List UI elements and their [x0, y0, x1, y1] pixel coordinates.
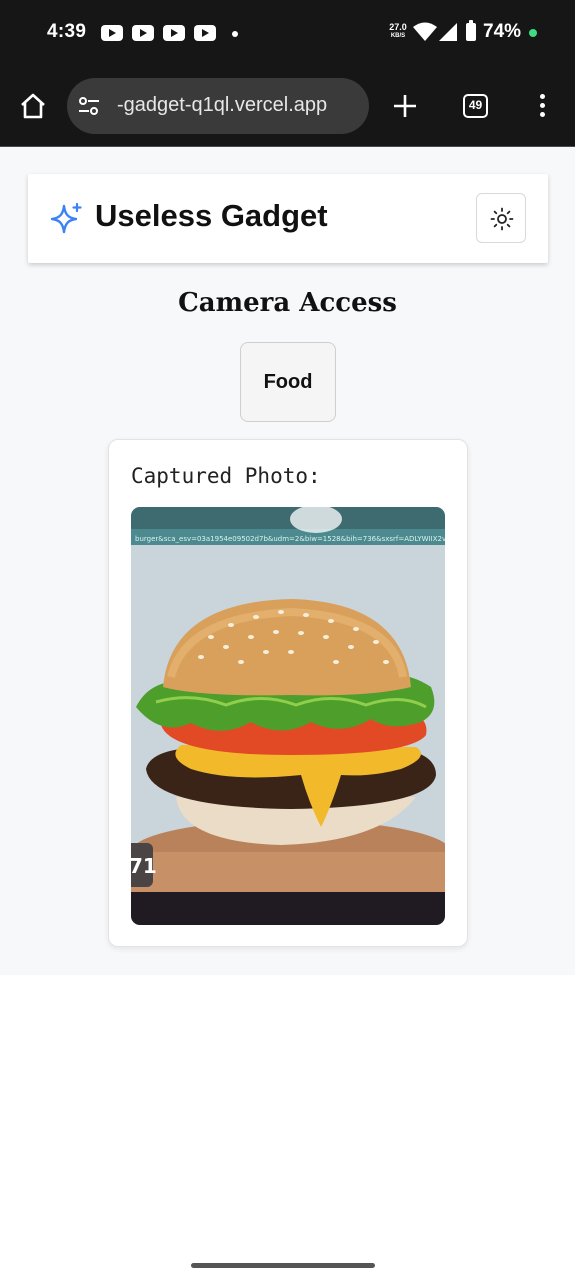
food-category-button[interactable]: Food [240, 342, 336, 422]
section-title: Camera Access [178, 288, 397, 318]
theme-toggle-button[interactable] [476, 193, 526, 243]
status-bar: 4:39 27.0 KB/S 74% [0, 0, 575, 66]
photo-corner-text: 71 [131, 854, 157, 878]
app-title: Useless Gadget [95, 198, 328, 233]
site-settings-icon[interactable] [78, 95, 100, 117]
network-speed-value: 27.0 [389, 22, 407, 32]
sparkle-icon [50, 202, 82, 234]
youtube-notification-icon [132, 25, 154, 41]
captured-photo-card: Captured Photo: burger&sca_esv=03a1954e0… [108, 439, 468, 947]
youtube-notification-icon [194, 25, 216, 41]
photo-caption: Captured Photo: [131, 464, 321, 488]
home-icon[interactable] [19, 92, 47, 120]
photo-overlay-text: burger&sca_esv=03a1954e09502d7b&udm=2&bi… [135, 535, 445, 543]
wifi-icon [413, 22, 437, 41]
more-notifications-dot-icon [232, 31, 238, 37]
sun-icon [490, 207, 514, 231]
browser-toolbar: -gadget-q1ql.vercel.app 49 [0, 66, 575, 146]
network-speed-unit: KB/S [390, 33, 406, 39]
battery-percentage: 74% [483, 21, 522, 42]
tab-switcher-button[interactable]: 49 [463, 94, 488, 118]
network-speed: 27.0 KB/S [384, 23, 412, 40]
web-page: Useless Gadget Camera Access Food Captur… [0, 146, 575, 975]
status-time: 4:39 [47, 21, 87, 42]
youtube-notification-icon [163, 25, 185, 41]
more-options-icon[interactable] [538, 94, 546, 120]
hamburger-photo: burger&sca_esv=03a1954e09502d7b&udm=2&bi… [131, 507, 445, 925]
signal-icon [439, 23, 457, 41]
captured-photo: burger&sca_esv=03a1954e09502d7b&udm=2&bi… [131, 507, 445, 925]
battery-icon [466, 20, 476, 41]
url-text: -gadget-q1ql.vercel.app [117, 94, 328, 116]
gesture-home-indicator[interactable] [191, 1263, 375, 1268]
charging-indicator-icon [529, 29, 537, 37]
new-tab-icon[interactable] [392, 93, 418, 119]
tab-count: 49 [468, 98, 483, 112]
app-header: Useless Gadget [28, 174, 548, 263]
youtube-notification-icon [101, 25, 123, 41]
address-bar[interactable]: -gadget-q1ql.vercel.app [67, 78, 369, 134]
